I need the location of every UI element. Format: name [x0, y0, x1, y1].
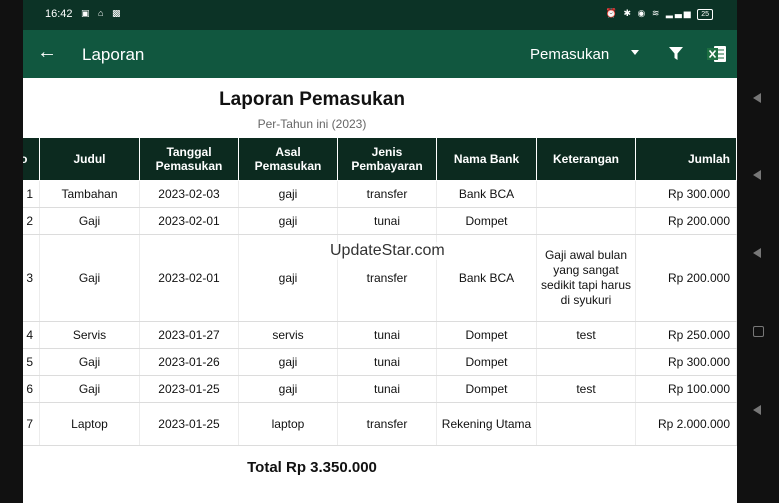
nav-back-icon[interactable]	[753, 405, 761, 415]
cell-asal: laptop	[238, 402, 338, 446]
system-nav-bar	[737, 0, 779, 503]
cell-jenis: tunai	[337, 375, 437, 403]
cell-jumlah: Rp 200.000	[635, 234, 737, 322]
cell-judul: Tambahan	[39, 180, 140, 208]
cell-no: 4	[23, 321, 40, 349]
cell-keterangan	[536, 348, 636, 376]
nav-back-icon[interactable]	[753, 170, 761, 180]
cell-keterangan: test	[536, 375, 636, 403]
cell-no: 5	[23, 348, 40, 376]
excel-export-icon[interactable]	[707, 45, 727, 68]
column-header-keterangan: Keterangan	[536, 137, 636, 181]
nav-recents-icon[interactable]	[753, 326, 764, 337]
cell-tanggal: 2023-02-03	[139, 180, 239, 208]
cell-judul: Servis	[39, 321, 140, 349]
status-bar: 16:42 ▣ ⌂ ▩ ⏰ ✱ ◉ ≋ ▂▃▅ 25	[23, 0, 737, 30]
cell-asal: servis	[238, 321, 338, 349]
table-row: 2 Gaji 2023-02-01 gaji tunai Dompet Rp 2…	[23, 207, 737, 235]
cell-bank: Rekening Utama	[436, 402, 537, 446]
table-row: 4 Servis 2023-01-27 servis tunai Dompet …	[23, 321, 737, 349]
cell-tanggal: 2023-01-26	[139, 348, 239, 376]
cell-no: 6	[23, 375, 40, 403]
chevron-down-icon[interactable]	[631, 50, 639, 55]
column-header-tanggal: Tanggal Pemasukan	[139, 137, 239, 181]
cell-no: 7	[23, 402, 40, 446]
column-header-judul: Judul	[39, 137, 140, 181]
cell-jenis: tunai	[337, 321, 437, 349]
nav-back-icon[interactable]	[753, 93, 761, 103]
cell-bank: Dompet	[436, 207, 537, 235]
cell-jumlah: Rp 300.000	[635, 348, 737, 376]
app-bar: ← Laporan Pemasukan	[23, 30, 737, 78]
cell-jumlah: Rp 250.000	[635, 321, 737, 349]
cell-bank: Bank BCA	[436, 180, 537, 208]
status-time: 16:42	[45, 8, 73, 20]
cell-judul: Gaji	[39, 207, 140, 235]
cell-keterangan: test	[536, 321, 636, 349]
cell-jumlah: Rp 300.000	[635, 180, 737, 208]
report-subtitle: Per-Tahun ini (2023)	[257, 117, 367, 131]
app-screen: 16:42 ▣ ⌂ ▩ ⏰ ✱ ◉ ≋ ▂▃▅ 25 ← Laporan Pem…	[23, 0, 737, 503]
table-row: 6 Gaji 2023-01-25 gaji tunai Dompet test…	[23, 375, 737, 403]
cell-keterangan	[536, 402, 636, 446]
cell-tanggal: 2023-01-27	[139, 321, 239, 349]
nav-back-icon[interactable]	[753, 248, 761, 258]
cell-asal: gaji	[238, 375, 338, 403]
cell-tanggal: 2023-02-01	[139, 207, 239, 235]
cell-no: 1	[23, 180, 40, 208]
cell-asal: gaji	[238, 234, 338, 322]
cell-jenis: transfer	[337, 402, 437, 446]
cell-tanggal: 2023-02-01	[139, 234, 239, 322]
cell-asal: gaji	[238, 180, 338, 208]
cell-keterangan: Gaji awal bulan yang sangat sedikit tapi…	[536, 234, 636, 322]
cell-no: 2	[23, 207, 40, 235]
cell-bank: Dompet	[436, 375, 537, 403]
cell-tanggal: 2023-01-25	[139, 402, 239, 446]
cell-judul: Gaji	[39, 375, 140, 403]
table-row: 7 Laptop 2023-01-25 laptop transfer Reke…	[23, 402, 737, 446]
cell-judul: Gaji	[39, 348, 140, 376]
column-header-bank: Nama Bank	[436, 137, 537, 181]
report-table: No Judul Tanggal Pemasukan Asal Pemasuka…	[23, 137, 737, 446]
back-arrow-icon[interactable]: ←	[37, 41, 57, 64]
notification-icons: ▣ ⌂ ▩	[81, 8, 124, 18]
table-row: 1 Tambahan 2023-02-03 gaji transfer Bank…	[23, 180, 737, 208]
cell-jumlah: Rp 100.000	[635, 375, 737, 403]
report-type-dropdown[interactable]: Pemasukan	[530, 46, 609, 63]
cell-bank: Dompet	[436, 348, 537, 376]
cell-no: 3	[23, 234, 40, 322]
cell-jumlah: Rp 2.000.000	[635, 402, 737, 446]
column-header-asal: Asal Pemasukan	[238, 137, 338, 181]
battery-icon: 25	[697, 9, 713, 20]
cell-jenis: transfer	[337, 180, 437, 208]
column-header-no: No	[23, 137, 40, 181]
cell-keterangan	[536, 207, 636, 235]
cell-bank: Bank BCA	[436, 234, 537, 322]
cell-asal: gaji	[238, 348, 338, 376]
cell-keterangan	[536, 180, 636, 208]
column-header-jenis: Jenis Pembayaran	[337, 137, 437, 181]
table-row: 5 Gaji 2023-01-26 gaji tunai Dompet Rp 3…	[23, 348, 737, 376]
report-title: Laporan Pemasukan	[219, 89, 405, 110]
cell-asal: gaji	[238, 207, 338, 235]
app-bar-title: Laporan	[82, 45, 145, 64]
column-header-jumlah: Jumlah	[635, 137, 737, 181]
system-icons: ⏰ ✱ ◉ ≋ ▂▃▅ 25	[606, 8, 713, 20]
filter-icon[interactable]	[669, 47, 683, 66]
cell-tanggal: 2023-01-25	[139, 375, 239, 403]
cell-judul: Gaji	[39, 234, 140, 322]
cell-jenis: tunai	[337, 207, 437, 235]
cell-jumlah: Rp 200.000	[635, 207, 737, 235]
report-total: Total Rp 3.350.000	[247, 459, 377, 476]
cell-jenis: tunai	[337, 348, 437, 376]
table-header-row: No Judul Tanggal Pemasukan Asal Pemasuka…	[23, 137, 737, 181]
cell-bank: Dompet	[436, 321, 537, 349]
watermark: UpdateStar.com	[330, 242, 445, 260]
cell-judul: Laptop	[39, 402, 140, 446]
